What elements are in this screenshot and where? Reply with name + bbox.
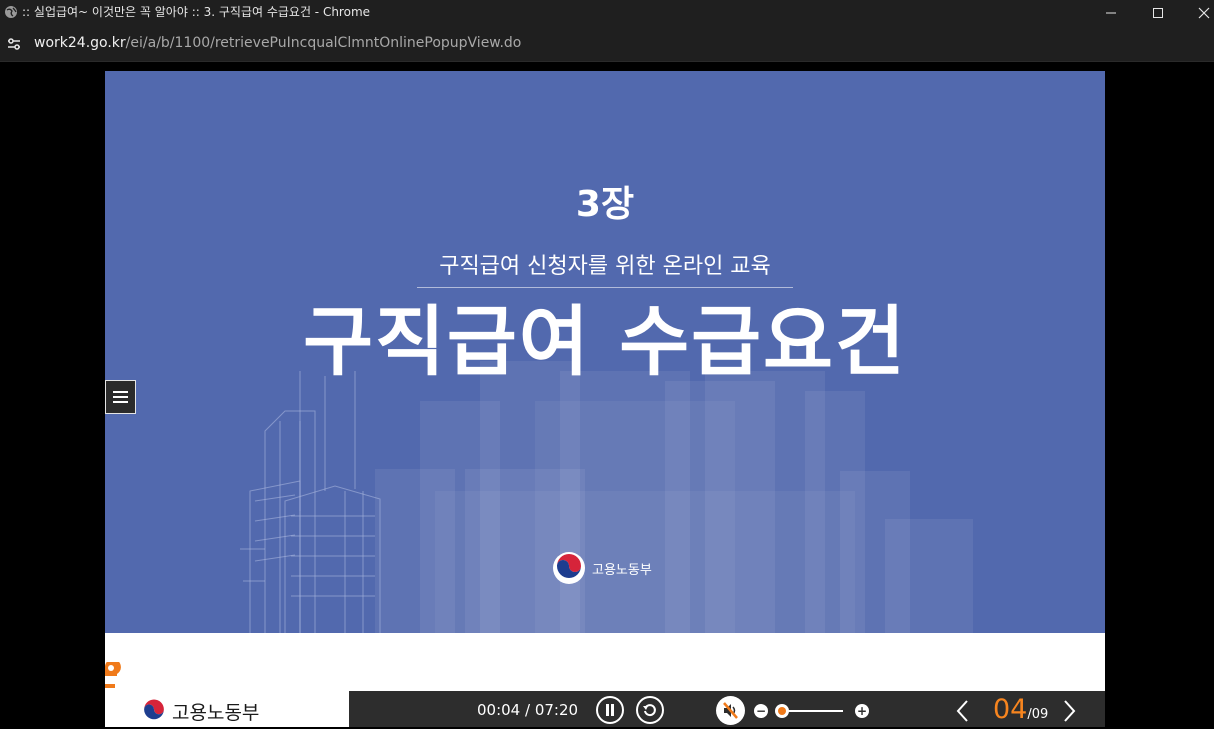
- footer-ministry-name: 고용노동부: [172, 701, 260, 724]
- minimize-icon: [1106, 12, 1116, 13]
- taegeuk-emblem-icon: [140, 697, 168, 725]
- subtitle-underline: [417, 287, 793, 288]
- volume-down-button[interactable]: −: [754, 704, 768, 718]
- ministry-name: 고용노동부: [592, 562, 652, 578]
- ministry-logo: 고용노동부: [552, 551, 652, 585]
- mute-button[interactable]: [716, 696, 745, 725]
- slide: 3장 구직급여 신청자를 위한 온라인 교육 구직급여 수급요건 고용노동부: [105, 71, 1105, 633]
- chapter-number: 3장: [575, 184, 635, 225]
- volume-up-button[interactable]: +: [855, 704, 869, 718]
- current-page: 04: [993, 694, 1028, 725]
- page-indicator: 04/09: [993, 694, 1048, 726]
- taegeuk-emblem-icon: [553, 552, 585, 584]
- total-pages: /09: [1027, 707, 1049, 722]
- pause-icon: [606, 704, 614, 716]
- url-path: /ei/a/b/1100/retrievePuIncqualClmntOnlin…: [125, 35, 522, 51]
- previous-page-icon[interactable]: [954, 699, 972, 723]
- page-content: 3장 구직급여 신청자를 위한 온라인 교육 구직급여 수급요건 고용노동부 고: [0, 62, 1214, 727]
- slide-subtitle: 구직급여 신청자를 위한 온라인 교육: [439, 254, 771, 279]
- replay-icon: [643, 704, 656, 717]
- player-controls: 00:04 / 07:20 − + 04/09: [349, 691, 1105, 727]
- url-host: work24.go.kr: [34, 35, 126, 51]
- minimize-button[interactable]: [1088, 0, 1134, 25]
- hamburger-icon: [113, 391, 128, 393]
- volume-slider-track[interactable]: [781, 710, 843, 712]
- menu-button[interactable]: [105, 380, 136, 414]
- url-text[interactable]: work24.go.kr/ei/a/b/1100/retrievePuIncqu…: [34, 35, 521, 52]
- window-title-bar: :: 실업급여~ 이것만은 꼭 알아야 :: 3. 구직급여 수급요건 - Ch…: [0, 0, 1214, 25]
- volume-slider-handle[interactable]: [775, 704, 789, 718]
- next-page-icon[interactable]: [1060, 699, 1078, 723]
- replay-button[interactable]: [636, 696, 664, 724]
- location-pin-icon: [105, 662, 121, 688]
- window-title: :: 실업급여~ 이것만은 꼭 알아야 :: 3. 구직급여 수급요건 - Ch…: [22, 5, 371, 19]
- speaker-muted-icon: [723, 702, 738, 719]
- globe-icon: [5, 6, 17, 18]
- maximize-icon: [1153, 7, 1163, 18]
- footer-ministry-logo: 고용노동부: [140, 696, 259, 726]
- pause-button[interactable]: [596, 696, 624, 724]
- slide-headline: 구직급여 수급요건: [303, 297, 907, 386]
- time-display: 00:04 / 07:20: [477, 701, 579, 719]
- close-button[interactable]: [1181, 0, 1214, 25]
- address-bar[interactable]: work24.go.kr/ei/a/b/1100/retrievePuIncqu…: [0, 25, 1214, 62]
- site-settings-icon[interactable]: [6, 36, 22, 52]
- close-icon: [1198, 7, 1210, 18]
- maximize-button[interactable]: [1135, 0, 1181, 25]
